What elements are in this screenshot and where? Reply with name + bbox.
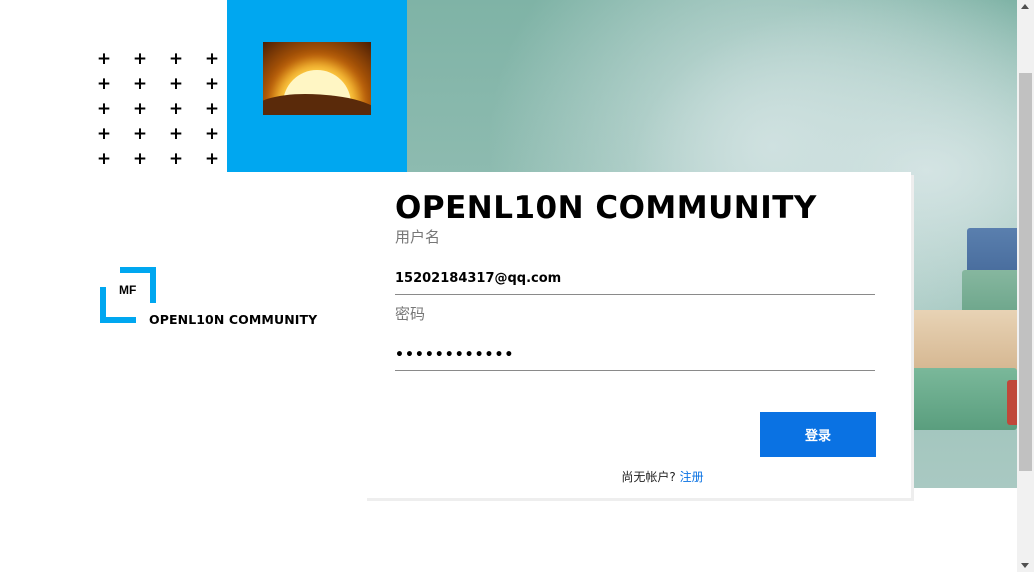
sunset-image (263, 42, 371, 115)
plus-icon: + (132, 74, 148, 94)
plus-icon: + (132, 49, 148, 69)
plus-icon: + (204, 124, 220, 144)
brand-logo: MF (100, 267, 156, 323)
plus-icon: + (204, 149, 220, 169)
plus-icon: + (132, 124, 148, 144)
login-button[interactable]: 登录 (760, 412, 876, 457)
plus-icon: + (168, 74, 184, 94)
plus-icon: + (204, 49, 220, 69)
plus-icon: + (96, 49, 112, 69)
plus-icon: + (168, 99, 184, 119)
plus-icon: + (168, 49, 184, 69)
password-label: 密码 (395, 305, 426, 323)
plus-icon: + (96, 149, 112, 169)
accent-square (227, 0, 407, 172)
toy-block-red (1007, 380, 1017, 425)
no-account-text: 尚无帐户? (621, 470, 680, 484)
plus-icon: + (132, 99, 148, 119)
register-link[interactable]: 注册 (680, 470, 704, 484)
signup-row: 尚无帐户? 注册 (364, 468, 961, 485)
scroll-thumb[interactable] (1019, 73, 1032, 471)
username-label: 用户名 (395, 228, 441, 246)
toy-block-green (902, 368, 1017, 430)
scroll-up-arrow-icon[interactable] (1021, 4, 1029, 9)
plus-icon: + (168, 124, 184, 144)
logo-initials: MF (119, 283, 137, 297)
page-scrollbar[interactable] (1017, 0, 1034, 572)
plus-icon: + (96, 124, 112, 144)
login-title: OPENL10N COMMUNITY (395, 190, 817, 226)
plus-icon: + (168, 149, 184, 169)
login-card: OPENL10N COMMUNITY 用户名 密码 登录 尚无帐户? 注册 (364, 172, 911, 498)
password-input[interactable] (395, 339, 875, 371)
plus-icon: + (96, 99, 112, 119)
plus-pattern: + + + + + + + + + + + + + + + + + + + + (96, 50, 240, 175)
username-input[interactable] (395, 263, 875, 295)
plus-icon: + (96, 74, 112, 94)
plus-icon: + (132, 149, 148, 169)
plus-icon: + (204, 74, 220, 94)
plus-icon: + (204, 99, 220, 119)
brand-name: OPENL10N COMMUNITY (149, 312, 318, 327)
scroll-down-arrow-icon[interactable] (1021, 563, 1029, 568)
hill-shape (263, 94, 371, 115)
